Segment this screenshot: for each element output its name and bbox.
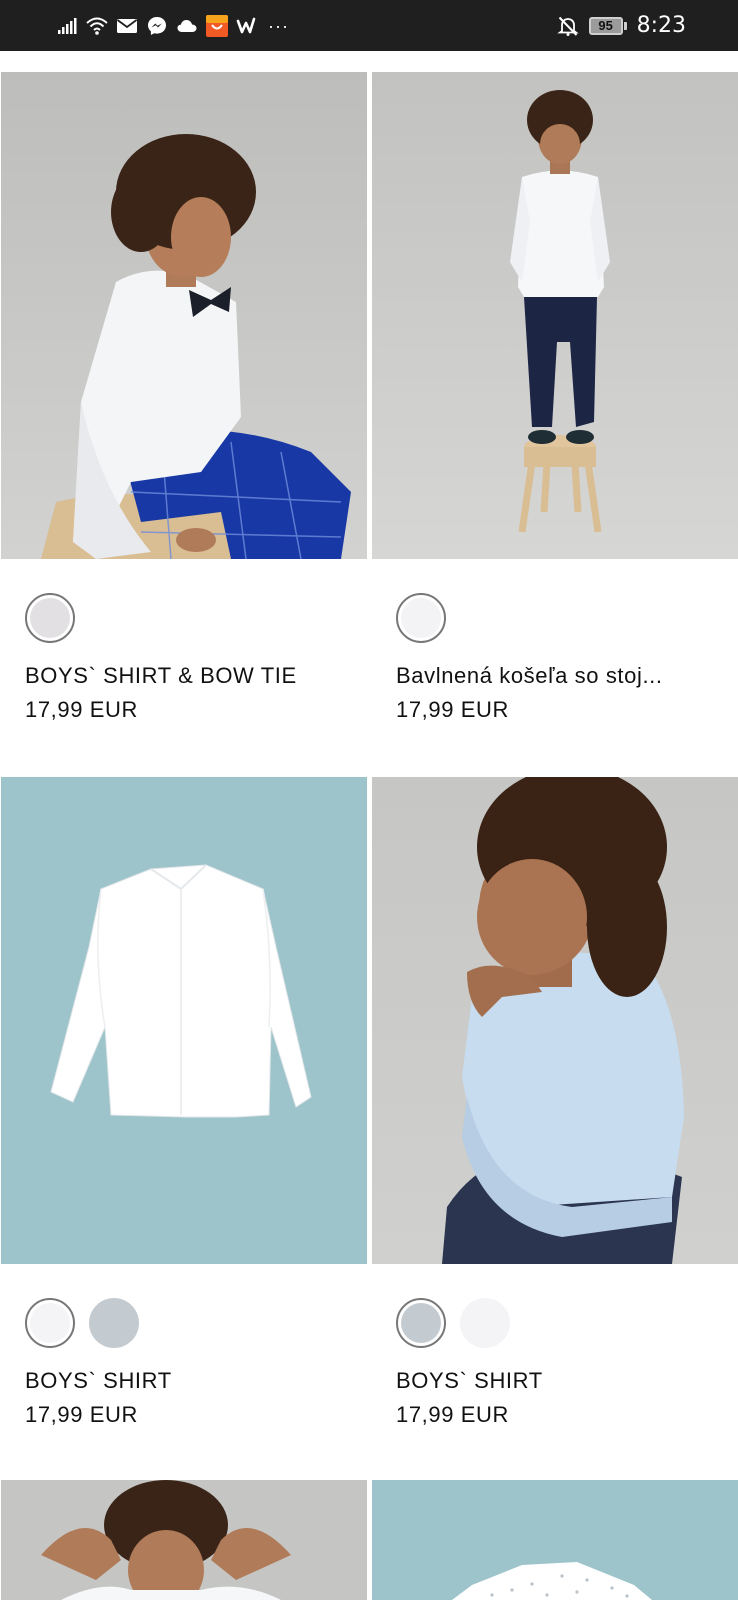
product-card[interactable] — [1, 1480, 367, 1600]
wifi-icon — [86, 15, 108, 37]
color-swatch[interactable] — [89, 1298, 139, 1348]
shopping-app-icon — [206, 14, 228, 37]
color-swatch[interactable] — [396, 593, 446, 643]
battery-level: 95 — [588, 16, 623, 35]
color-swatch[interactable] — [460, 1298, 510, 1348]
product-image[interactable] — [372, 777, 738, 1264]
status-bar: ··· 95 8:23 — [0, 0, 738, 51]
product-info: BOYS` SHIRT 17,99 EUR — [372, 1264, 738, 1482]
product-name[interactable]: BOYS` SHIRT & BOW TIE — [25, 663, 367, 689]
product-name[interactable]: BOYS` SHIRT — [396, 1368, 738, 1394]
color-swatches — [396, 591, 738, 645]
product-card[interactable]: Bavlnená košeľa so stoj... 17,99 EUR — [372, 72, 738, 777]
more-notifications-icon: ··· — [268, 15, 289, 36]
color-swatches — [25, 591, 367, 645]
product-price: 17,99 EUR — [25, 1402, 139, 1427]
product-info: Bavlnená košeľa so stoj... 17,99 EUR — [372, 559, 738, 777]
signal-icon — [56, 15, 78, 37]
product-name[interactable]: Bavlnená košeľa so stoj... — [396, 663, 738, 689]
product-price: 17,99 EUR — [396, 697, 510, 722]
product-card[interactable]: BOYS` SHIRT & BOW TIE 17,99 EUR — [1, 72, 367, 777]
status-left-icons: ··· — [56, 14, 289, 37]
product-price: 17,99 EUR — [25, 697, 139, 722]
clock: 8:23 — [636, 13, 686, 38]
product-price: 17,99 EUR — [396, 1402, 510, 1427]
status-right-icons: 95 8:23 — [556, 13, 686, 38]
color-swatches — [25, 1296, 367, 1350]
product-card[interactable]: BOYS` SHIRT 17,99 EUR — [1, 777, 367, 1482]
product-name[interactable]: BOYS` SHIRT — [25, 1368, 367, 1394]
cloud-icon — [176, 15, 198, 37]
product-image[interactable] — [372, 1480, 738, 1600]
color-swatch[interactable] — [25, 1298, 75, 1348]
product-card[interactable]: BOYS` SHIRT 17,99 EUR — [372, 777, 738, 1482]
product-image[interactable] — [1, 777, 367, 1264]
product-card[interactable] — [372, 1480, 738, 1600]
messenger-icon — [146, 15, 168, 37]
product-image[interactable] — [1, 1480, 367, 1600]
notifications-off-icon — [556, 15, 579, 37]
mail-icon — [116, 15, 138, 37]
color-swatch[interactable] — [25, 593, 75, 643]
product-info: BOYS` SHIRT & BOW TIE 17,99 EUR — [1, 559, 367, 777]
product-image[interactable] — [1, 72, 367, 559]
product-info: BOYS` SHIRT 17,99 EUR — [1, 1264, 367, 1482]
product-image[interactable] — [372, 72, 738, 559]
color-swatch[interactable] — [396, 1298, 446, 1348]
wish-app-icon — [236, 15, 258, 37]
color-swatches — [396, 1296, 738, 1350]
battery-icon: 95 — [588, 16, 627, 35]
